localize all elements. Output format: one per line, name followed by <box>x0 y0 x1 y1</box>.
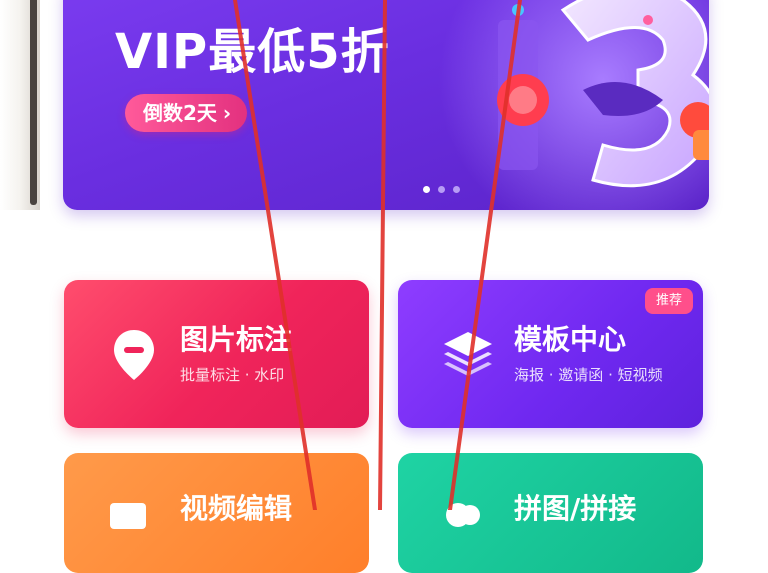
countdown-label: 倒数2天 <box>143 101 217 125</box>
number-three-illustration-icon <box>497 0 709 188</box>
card-title: 模板中心 <box>514 323 627 356</box>
cloud-icon <box>446 503 480 527</box>
card-title: 图片标注 <box>180 323 293 356</box>
video-edit-card[interactable]: 视频编辑 <box>64 453 369 573</box>
chevron-right-icon: › <box>222 101 232 125</box>
layers-icon <box>444 332 492 376</box>
carousel-dots <box>423 186 460 193</box>
carousel-dot-active[interactable] <box>423 186 430 193</box>
image-annotation-card[interactable]: 图片标注 批量标注 · 水印 <box>64 280 369 428</box>
card-title: 视频编辑 <box>180 492 293 525</box>
countdown-button[interactable]: 倒数2天 › <box>125 94 248 132</box>
banner-title: VIP最低5折 <box>115 24 390 80</box>
recommend-badge: 推荐 <box>645 288 693 314</box>
map-pin-icon <box>114 330 154 380</box>
promo-banner[interactable]: VIP最低5折 倒数2天 › <box>63 0 709 210</box>
carousel-dot[interactable] <box>453 186 460 193</box>
card-subtitle: 海报 · 邀请函 · 短视频 <box>514 366 663 384</box>
collage-card[interactable]: 拼图/拼接 <box>398 453 703 573</box>
left-edge-photo <box>0 0 40 210</box>
video-icon <box>110 503 146 529</box>
card-subtitle: 批量标注 · 水印 <box>180 366 285 384</box>
carousel-dot[interactable] <box>438 186 445 193</box>
card-title: 拼图/拼接 <box>514 492 637 525</box>
template-center-card[interactable]: 推荐 模板中心 海报 · 邀请函 · 短视频 <box>398 280 703 428</box>
